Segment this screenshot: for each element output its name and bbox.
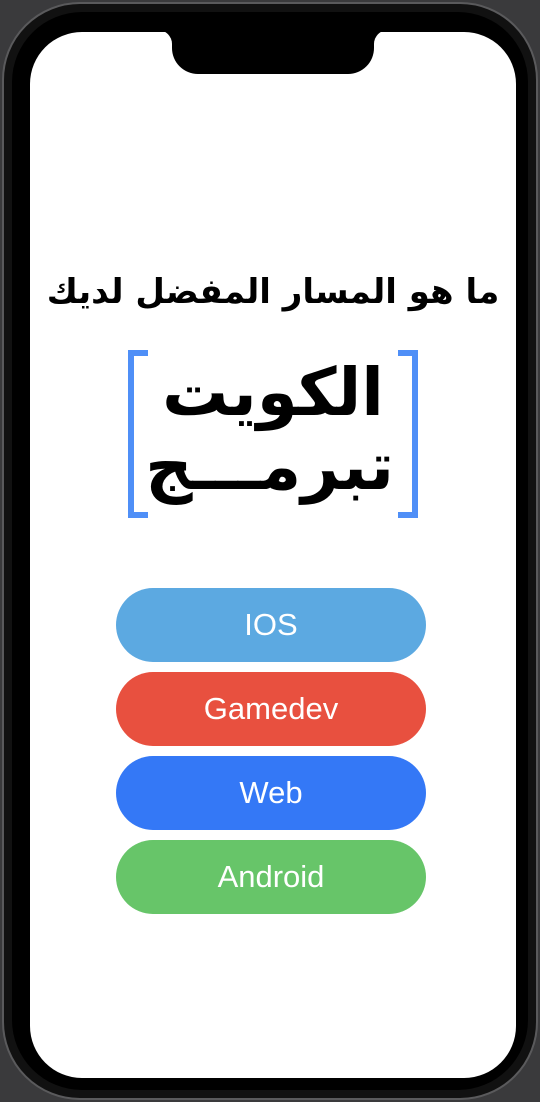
notch xyxy=(172,32,374,74)
web-button[interactable]: Web xyxy=(116,756,426,830)
logo-right-bracket xyxy=(398,350,418,518)
page-title: ما هو المسار المفضل لديك xyxy=(46,272,500,312)
logo-line-kuwait: الكويت xyxy=(162,354,384,431)
logo-line-codes: تبرمـــج xyxy=(145,428,394,505)
logo-text: الكويت تبرمـــج xyxy=(145,354,394,510)
track-button-list: IOS Gamedev Web Android xyxy=(116,588,428,924)
gamedev-button[interactable]: Gamedev xyxy=(116,672,426,746)
android-button[interactable]: Android xyxy=(116,840,426,914)
phone-frame: ما هو المسار المفضل لديك الكويت تبرمـــج… xyxy=(2,2,538,1100)
app-screen: ما هو المسار المفضل لديك الكويت تبرمـــج… xyxy=(30,32,516,1078)
app-logo: الكويت تبرمـــج xyxy=(128,350,418,518)
ios-button[interactable]: IOS xyxy=(116,588,426,662)
